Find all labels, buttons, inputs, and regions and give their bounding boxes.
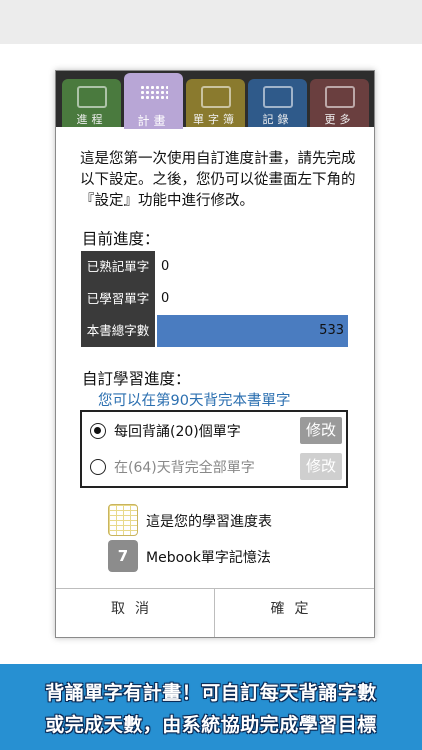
memory-method-text: Mebook單字記憶法 xyxy=(146,550,271,566)
wordbook-icon xyxy=(200,86,231,108)
tab-label: 更多 xyxy=(324,113,355,126)
edit-days-button[interactable]: 修改 xyxy=(300,453,342,480)
tab-label: 計畫 xyxy=(137,114,170,128)
stat-label: 本書總字數 xyxy=(81,315,155,347)
radio-unselected[interactable] xyxy=(90,459,106,475)
total-words-bar: 533 xyxy=(157,315,348,347)
confirm-button[interactable]: 確定 xyxy=(215,589,374,637)
plan-dialog: 進程 計畫 單字簿 記錄 更多 這是您第一次使用自訂進度計畫，請先完成以下設定。… xyxy=(55,70,375,638)
promo-banner: 背誦單字有計畫！可自訂每天背誦字數 或完成天數，由系統協助完成學習目標 xyxy=(0,664,422,750)
option-words-per-session[interactable]: 每回背誦(20)個單字 修改 xyxy=(90,416,342,448)
radio-selected[interactable] xyxy=(90,423,106,439)
plan-title: 自訂學習進度： xyxy=(82,370,191,388)
tab-more[interactable]: 更多 xyxy=(310,79,369,127)
stat-value: 0 xyxy=(161,259,170,274)
cancel-button[interactable]: 取消 xyxy=(56,589,215,637)
tab-label: 單字簿 xyxy=(193,113,238,126)
tab-records[interactable]: 記錄 xyxy=(248,79,307,127)
edit-words-button[interactable]: 修改 xyxy=(300,417,342,444)
tab-plan[interactable]: 計畫 xyxy=(124,73,183,129)
intro-text: 這是您第一次使用自訂進度計畫，請先完成以下設定。之後，您仍可以從畫面左下角的『設… xyxy=(80,151,356,209)
schedule-table-icon xyxy=(108,504,138,536)
tab-bar: 進程 計畫 單字簿 記錄 更多 xyxy=(56,71,374,129)
lightbulb-icon: 7 xyxy=(108,540,138,572)
banner-line-1: 背誦單字有計畫！可自訂每天背誦字數 xyxy=(45,682,377,704)
tab-wordbook[interactable]: 單字簿 xyxy=(186,79,245,127)
dialog-footer: 取消 確定 xyxy=(56,588,374,637)
tab-progress[interactable]: 進程 xyxy=(62,79,121,127)
more-icon xyxy=(324,86,355,108)
banner-line-2: 或完成天數，由系統協助完成學習目標 xyxy=(45,714,377,736)
stat-label: 已熟記單字 xyxy=(81,251,155,283)
plan-options: 每回背誦(20)個單字 修改 在(64)天背完全部單字 修改 xyxy=(80,410,348,488)
progress-title: 目前進度： xyxy=(82,230,160,248)
plan-subtitle: 您可以在第90天背完本書單字 xyxy=(98,393,291,409)
stat-label: 已學習單字 xyxy=(81,283,155,315)
tab-label: 記錄 xyxy=(262,113,293,126)
bar-chart-icon xyxy=(262,86,293,108)
schedule-link-text: 這是您的學習進度表 xyxy=(146,514,272,530)
stat-value: 0 xyxy=(161,291,170,306)
option-days-total[interactable]: 在(64)天背完全部單字 修改 xyxy=(90,452,342,484)
tab-label: 進程 xyxy=(76,113,107,126)
option-text: 在(64)天背完全部單字 xyxy=(114,460,255,476)
option-text: 每回背誦(20)個單字 xyxy=(114,424,241,440)
calendar-dots-icon xyxy=(139,85,168,101)
top-band xyxy=(0,0,422,44)
keyboard-icon xyxy=(76,86,107,108)
